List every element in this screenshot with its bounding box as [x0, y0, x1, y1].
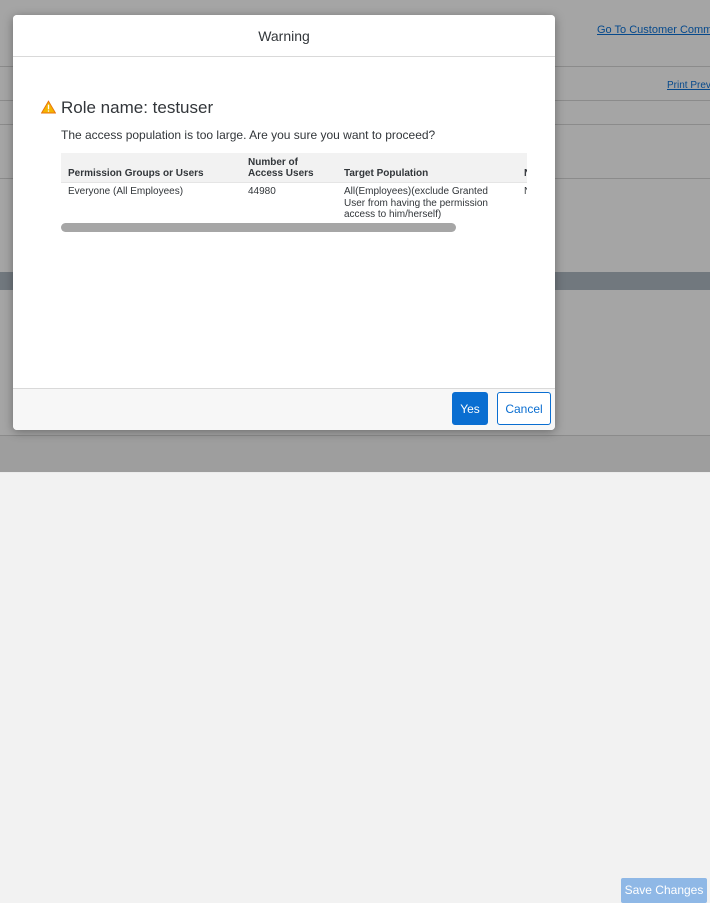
cancel-button[interactable]: Cancel — [497, 392, 551, 425]
cell-target-population: All(Employees)(exclude Granted User from… — [344, 186, 488, 220]
dialog-title: Warning — [258, 27, 310, 44]
column-header-number-of-access-users: Number of Access Users — [241, 153, 337, 183]
role-name-heading: Role name: testuser — [61, 98, 214, 117]
column-header-target-population: Target Population — [337, 153, 517, 183]
save-changes-button[interactable]: Save Changes — [621, 878, 707, 903]
cell-permission-group: Everyone (All Employees) — [68, 186, 184, 197]
column-header-truncated: N U — [517, 153, 527, 183]
column-header-permission-groups: Permission Groups or Users — [61, 153, 241, 183]
table-row: Everyone (All Employees) 44980 All(Emplo… — [61, 183, 527, 224]
dialog-header: Warning — [13, 15, 555, 57]
yes-button[interactable]: Yes — [452, 392, 488, 425]
access-population-table: Permission Groups or Users Number of Acc… — [61, 153, 527, 233]
horizontal-scrollbar[interactable] — [61, 223, 456, 232]
table-header-row: Permission Groups or Users Number of Acc… — [61, 153, 527, 183]
warning-triangle-icon — [41, 100, 56, 114]
warning-message: The access population is too large. Are … — [61, 128, 436, 142]
cell-access-users: 44980 — [248, 186, 276, 197]
dialog-footer: Yes Cancel — [13, 388, 555, 430]
cell-truncated: N — [517, 183, 527, 224]
dialog-body: Role name: testuser The access populatio… — [13, 57, 555, 389]
warning-dialog: Warning Role name: testuser The access p… — [13, 15, 555, 430]
